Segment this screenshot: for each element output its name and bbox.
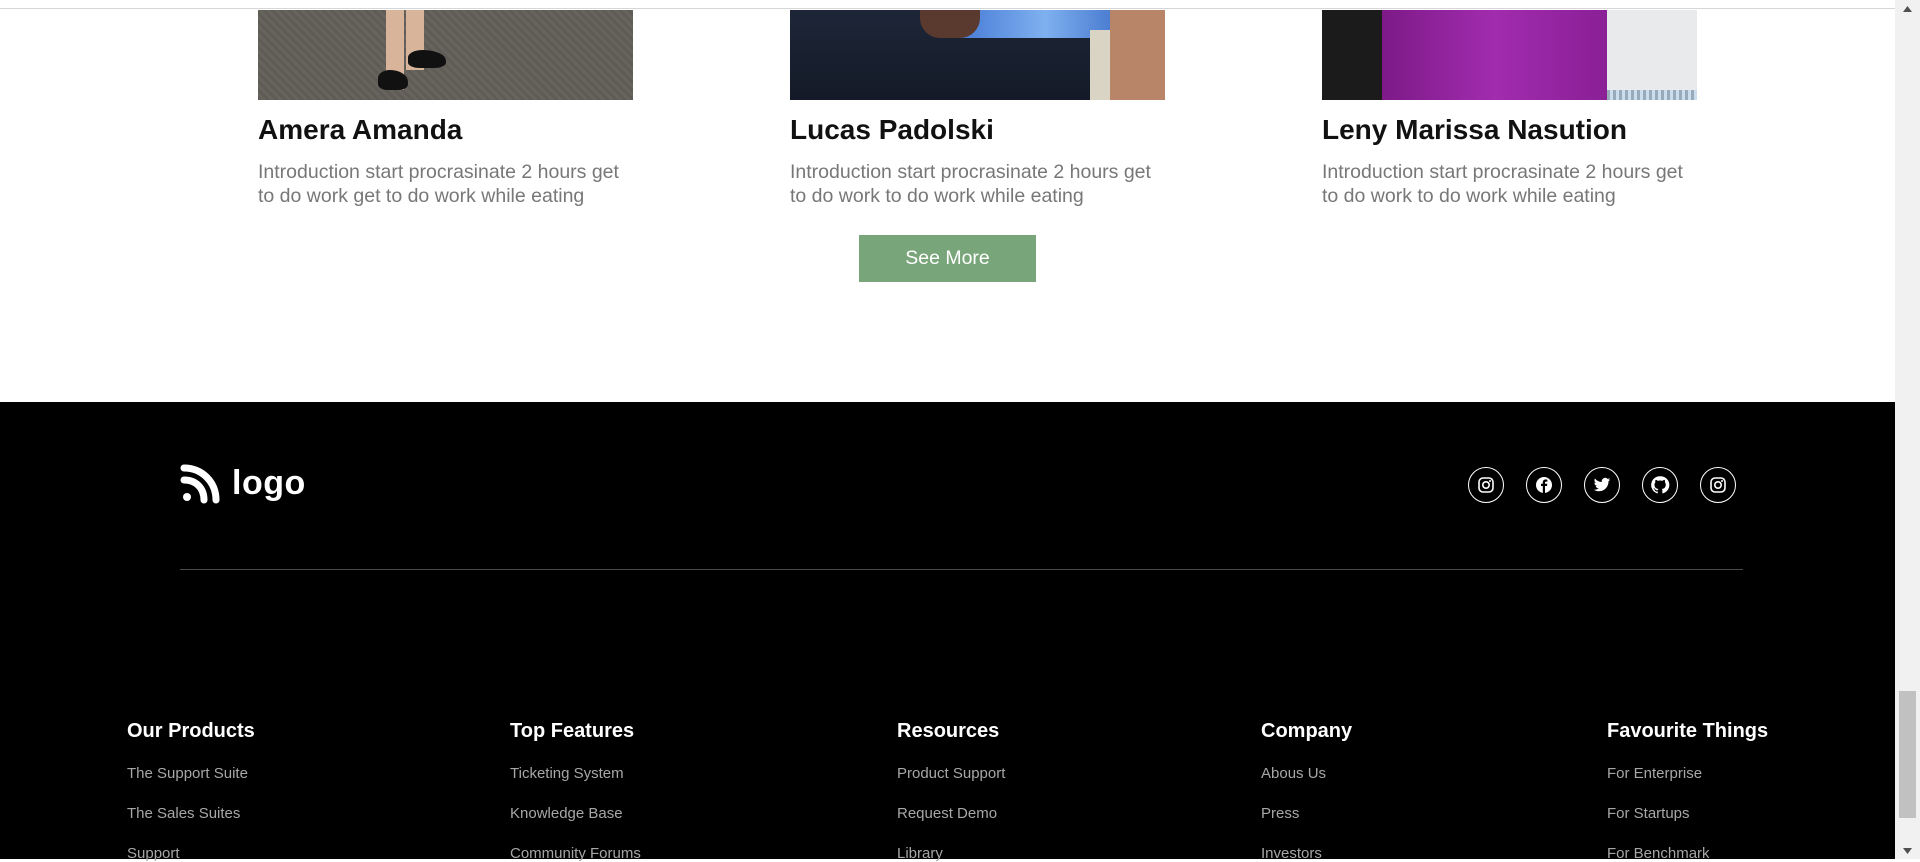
scroll-up-button[interactable] [1895, 0, 1920, 17]
footer-column-title: Top Features [510, 720, 635, 742]
logo-text: logo [232, 463, 306, 502]
footer-column-title: Our Products [127, 720, 255, 742]
footer-link[interactable]: Support [127, 845, 255, 862]
instagram-icon [1710, 477, 1726, 493]
footer-link[interactable]: Community Forums [510, 845, 641, 862]
footer-link[interactable]: For Startups [1607, 805, 1768, 822]
team-member-name: Lucas Padolski [790, 114, 994, 145]
footer-link[interactable]: Product Support [897, 765, 1005, 782]
github-link[interactable] [1642, 467, 1678, 503]
team-card: Lucas Padolski Introduction start procra… [790, 10, 1165, 207]
team-member-description: Introduction start procrasinate 2 hours … [790, 161, 1151, 207]
team-photo [790, 10, 1165, 100]
scroll-down-button[interactable] [1895, 842, 1920, 859]
team-photo [1322, 10, 1697, 100]
footer-link[interactable]: The Support Suite [127, 765, 255, 782]
top-border [0, 0, 1895, 9]
rss-logo-icon [180, 464, 220, 504]
team-card: Leny Marissa Nasution Introduction start… [1322, 10, 1697, 207]
footer: logo Our Products The Support Suite The … [0, 402, 1895, 862]
see-more-button[interactable]: See More [859, 235, 1036, 282]
team-member-description: Introduction start procrasinate 2 hours … [1322, 161, 1683, 207]
twitter-icon [1593, 477, 1611, 492]
vertical-scrollbar[interactable] [1895, 0, 1920, 859]
footer-link[interactable]: For Enterprise [1607, 765, 1768, 782]
team-member-name: Amera Amanda [258, 114, 463, 145]
team-card: Amera Amanda Introduction start procrasi… [258, 10, 633, 207]
github-icon [1651, 476, 1670, 494]
twitter-link[interactable] [1584, 467, 1620, 503]
footer-column-title: Company [1261, 720, 1353, 742]
footer-column-top-features: Top Features Ticketing System Knowledge … [510, 720, 641, 862]
scrollbar-thumb[interactable] [1899, 691, 1916, 818]
team-member-name: Leny Marissa Nasution [1322, 114, 1627, 145]
footer-logo[interactable]: logo [180, 462, 306, 504]
footer-column-resources: Resources Product Support Request Demo L… [897, 720, 1005, 862]
footer-link[interactable]: Library [897, 845, 1005, 862]
facebook-link[interactable] [1526, 467, 1562, 503]
chevron-down-icon [1903, 847, 1912, 854]
footer-link[interactable]: Investors [1261, 845, 1352, 862]
footer-divider [180, 569, 1743, 570]
footer-link[interactable]: Ticketing System [510, 765, 641, 782]
footer-column-our-products: Our Products The Support Suite The Sales… [127, 720, 255, 862]
facebook-icon [1536, 477, 1552, 493]
team-photo [258, 10, 633, 100]
footer-column-favourite-things: Favourite Things For Enterprise For Star… [1607, 720, 1768, 862]
footer-link[interactable]: The Sales Suites [127, 805, 255, 822]
footer-column-title: Resources [897, 720, 1000, 742]
footer-link[interactable]: Abous Us [1261, 765, 1352, 782]
page: Amera Amanda Introduction start procrasi… [0, 0, 1895, 862]
footer-column-title: Favourite Things [1607, 720, 1769, 742]
footer-link[interactable]: Press [1261, 805, 1352, 822]
instagram-link[interactable] [1700, 467, 1736, 503]
instagram-link[interactable] [1468, 467, 1504, 503]
instagram-icon [1478, 477, 1494, 493]
team-member-description: Introduction start procrasinate 2 hours … [258, 161, 619, 207]
footer-link[interactable]: Knowledge Base [510, 805, 641, 822]
social-links [1468, 467, 1758, 503]
chevron-up-icon [1903, 5, 1912, 12]
footer-link[interactable]: For Benchmark [1607, 845, 1768, 862]
footer-column-company: Company Abous Us Press Investors [1261, 720, 1352, 862]
footer-link[interactable]: Request Demo [897, 805, 1005, 822]
